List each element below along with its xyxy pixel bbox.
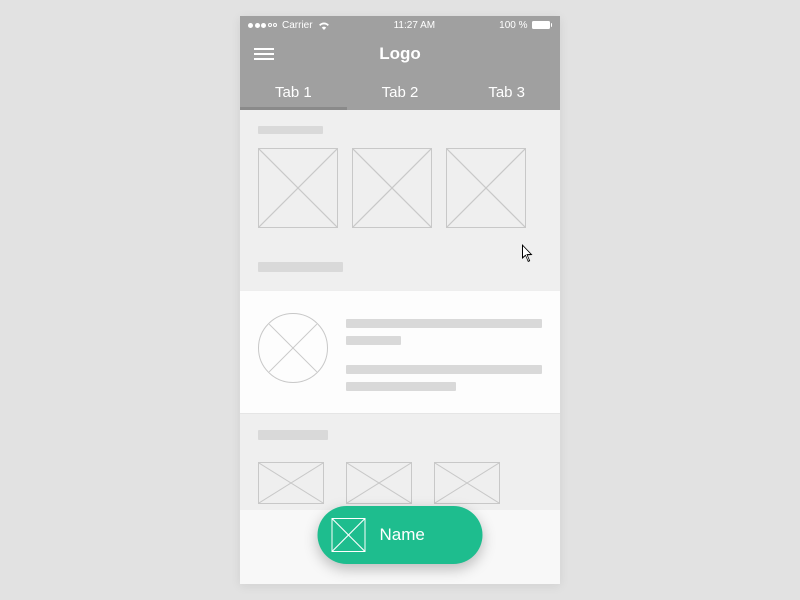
phone-frame: Carrier 11:27 AM 100 % Logo Tab 1 Tab 2 … <box>240 16 560 584</box>
image-placeholder-icon <box>332 518 366 552</box>
section-gallery <box>240 110 560 290</box>
image-placeholder-icon[interactable] <box>346 462 412 504</box>
placeholder-text <box>258 126 323 134</box>
thumbnail-row <box>258 148 542 228</box>
battery-pct: 100 % <box>499 20 527 31</box>
nav-bar: Logo <box>240 34 560 74</box>
status-right: 100 % <box>499 20 552 31</box>
status-left: Carrier <box>248 20 330 31</box>
image-placeholder-icon[interactable] <box>258 148 338 228</box>
battery-icon <box>532 21 553 29</box>
tab-2[interactable]: Tab 2 <box>347 74 454 110</box>
avatar-placeholder-icon <box>258 313 328 383</box>
fab-button[interactable]: Name <box>318 506 483 564</box>
tab-1[interactable]: Tab 1 <box>240 74 347 110</box>
tab-3[interactable]: Tab 3 <box>453 74 560 110</box>
image-placeholder-icon[interactable] <box>434 462 500 504</box>
carrier-label: Carrier <box>282 20 313 31</box>
tab-bar: Tab 1 Tab 2 Tab 3 <box>240 74 560 110</box>
menu-button[interactable] <box>254 48 274 60</box>
content <box>240 110 560 510</box>
placeholder-text <box>258 430 328 440</box>
signal-dots-icon <box>248 23 277 28</box>
placeholder-paragraph <box>346 313 542 391</box>
placeholder-text <box>258 262 343 272</box>
section-footer-gallery <box>240 413 560 510</box>
image-placeholder-icon[interactable] <box>352 148 432 228</box>
wifi-icon <box>318 21 330 30</box>
image-placeholder-icon[interactable] <box>258 462 324 504</box>
status-bar: Carrier 11:27 AM 100 % <box>240 16 560 34</box>
fab-label: Name <box>380 525 425 545</box>
clock: 11:27 AM <box>394 20 436 31</box>
section-list-item <box>240 290 560 413</box>
image-placeholder-icon[interactable] <box>446 148 526 228</box>
app-title: Logo <box>379 44 421 64</box>
